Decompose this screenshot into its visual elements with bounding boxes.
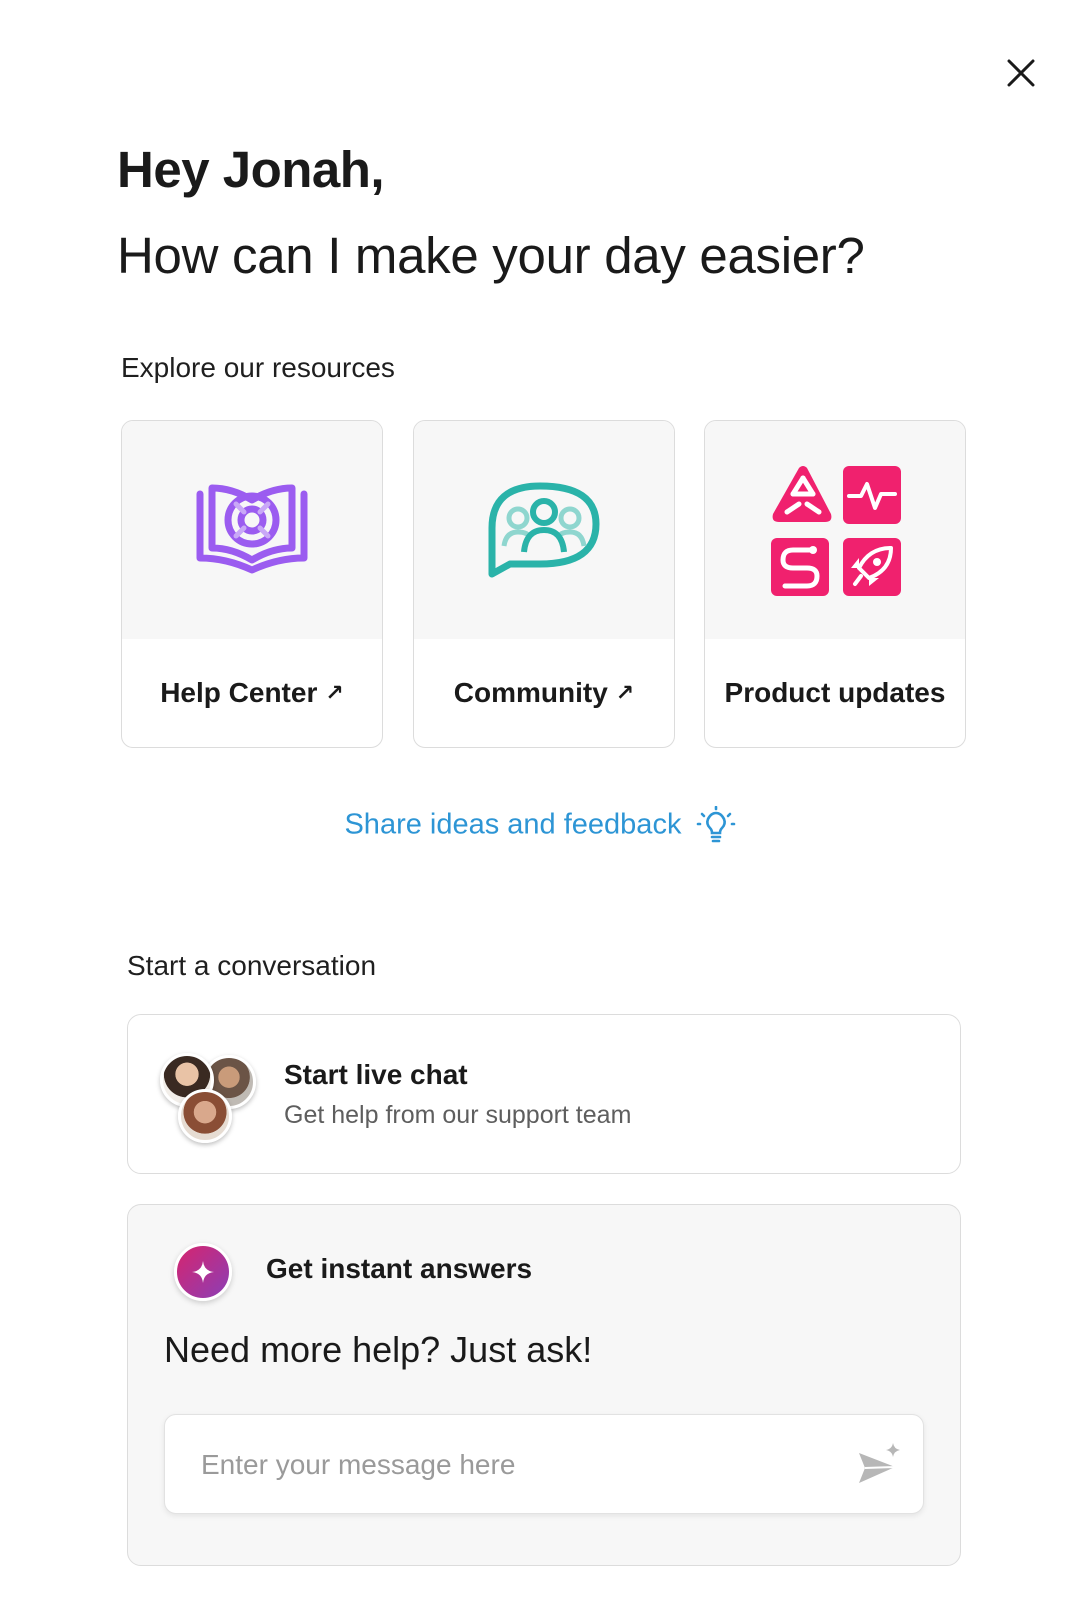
send-sparkle-icon bbox=[859, 1443, 900, 1483]
product-updates-card[interactable]: Product updates bbox=[704, 420, 966, 748]
rocket-icon bbox=[843, 538, 901, 596]
help-center-label-row: Help Center ↗ bbox=[122, 639, 382, 747]
resources-section-title: Explore our resources bbox=[121, 352, 395, 383]
triangle-shape-icon bbox=[772, 466, 832, 522]
pulse-icon bbox=[843, 466, 901, 524]
send-button[interactable] bbox=[855, 1441, 903, 1489]
share-feedback-link[interactable]: Share ideas and feedback bbox=[0, 805, 1080, 846]
book-icon bbox=[196, 484, 308, 574]
external-link-icon: ↗ bbox=[615, 680, 635, 705]
speech-bubble-people-icon bbox=[488, 482, 600, 578]
lightbulb-icon bbox=[696, 805, 735, 843]
greeting-heading: Hey Jonah, bbox=[117, 141, 385, 198]
share-feedback-label: Share ideas and feedback bbox=[344, 808, 682, 841]
help-center-art bbox=[122, 421, 382, 639]
community-label: Community bbox=[453, 677, 608, 708]
instant-answers-card: Get instant answers Need more help? Just… bbox=[127, 1204, 961, 1566]
help-center-card[interactable]: Help Center ↗ bbox=[121, 420, 383, 748]
start-live-chat-card[interactable]: Start live chat Get help from our suppor… bbox=[127, 1014, 961, 1174]
support-team-avatars bbox=[160, 1053, 256, 1143]
message-input-container bbox=[164, 1414, 924, 1515]
ai-sparkle-badge bbox=[174, 1243, 232, 1301]
question-heading: How can I make your day easier? bbox=[117, 227, 865, 284]
sparkle-icon bbox=[192, 1261, 214, 1283]
external-link-icon: ↗ bbox=[325, 680, 344, 705]
live-chat-title: Start live chat bbox=[284, 1059, 468, 1090]
instant-answers-title: Get instant answers bbox=[266, 1253, 533, 1284]
close-icon bbox=[1007, 59, 1035, 87]
product-updates-label: Product updates bbox=[724, 677, 946, 708]
community-art bbox=[414, 421, 674, 639]
instant-answers-prompt: Need more help? Just ask! bbox=[164, 1329, 593, 1370]
community-label-row: Community ↗ bbox=[414, 639, 674, 747]
live-chat-subtitle: Get help from our support team bbox=[284, 1101, 632, 1129]
avatar bbox=[178, 1089, 232, 1143]
route-icon bbox=[771, 538, 829, 596]
community-card[interactable]: Community ↗ bbox=[413, 420, 675, 748]
product-updates-art bbox=[705, 421, 965, 639]
product-updates-icon bbox=[771, 466, 901, 596]
close-button[interactable] bbox=[1003, 55, 1039, 91]
product-updates-label-row: Product updates bbox=[705, 639, 965, 747]
message-input[interactable] bbox=[199, 1415, 823, 1515]
conversation-section-title: Start a conversation bbox=[127, 950, 377, 981]
help-center-label: Help Center bbox=[160, 677, 318, 708]
